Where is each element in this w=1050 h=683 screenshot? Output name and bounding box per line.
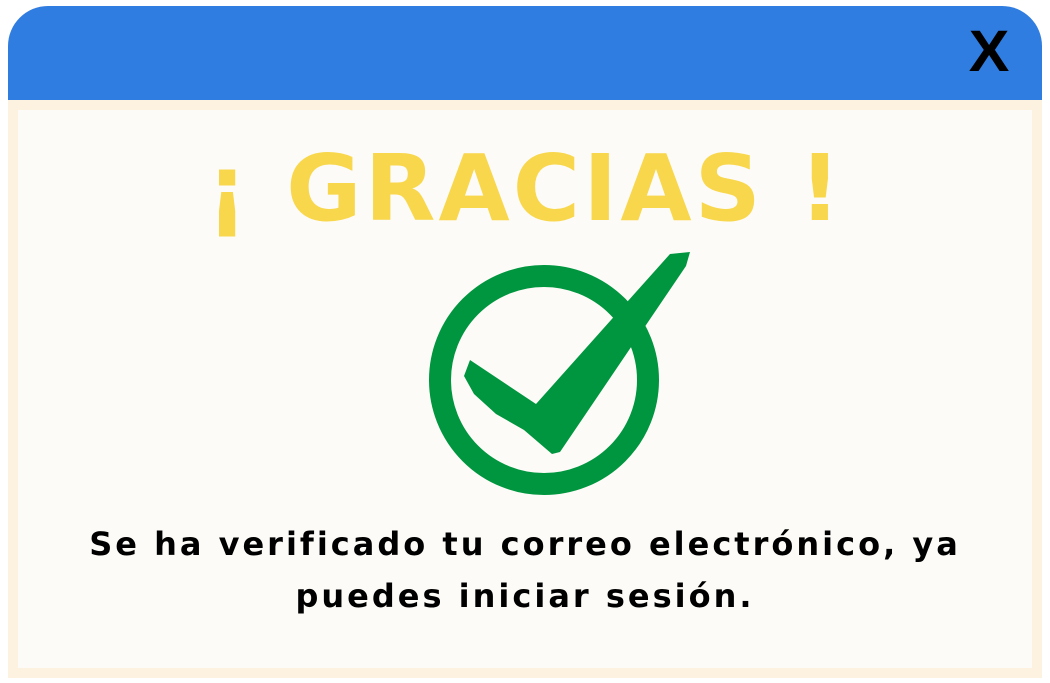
dialog-titlebar: X (8, 6, 1042, 100)
success-dialog: X ¡ GRACIAS ! Se ha verificado tu correo… (8, 6, 1042, 678)
close-button[interactable]: X (963, 23, 1016, 81)
dialog-body: ¡ GRACIAS ! Se ha verificado tu correo e… (18, 110, 1032, 668)
thanks-heading: ¡ GRACIAS ! (206, 135, 844, 242)
check-circle-icon (429, 252, 690, 495)
verification-message: Se ha verificado tu correo electrónico, … (89, 525, 961, 615)
